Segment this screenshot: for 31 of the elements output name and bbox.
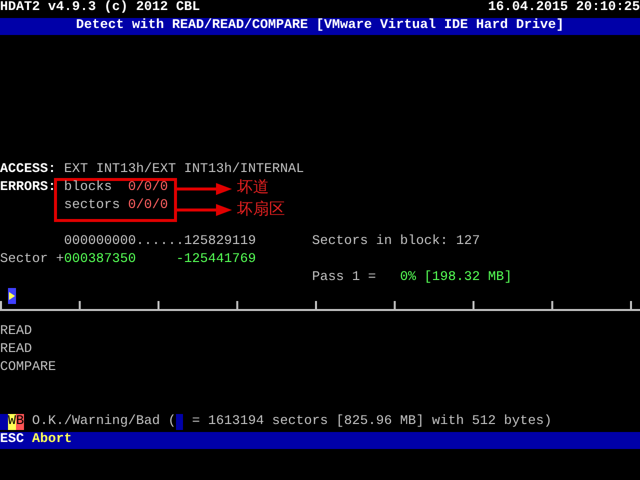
annotation-text: 坏扇区 [237, 200, 285, 218]
remaining-sectors: -125441769 [176, 252, 256, 268]
sectors-per-read-label: Sectors in block: 127 [312, 234, 480, 250]
error-count: 0/0/0 [128, 198, 168, 214]
arrow-icon [176, 181, 232, 197]
access-label: ACCESS: [0, 162, 56, 178]
date-time: 16.04.2015 20:10:25 [488, 0, 640, 16]
arrow-icon [176, 202, 232, 218]
abort-action[interactable]: Abort [32, 432, 72, 449]
sector-range: 000000000......125829119 [64, 234, 256, 250]
pass-name: READ [0, 324, 32, 340]
pass-label: Pass 1 = [312, 270, 376, 286]
window-title: Detect with READ/READ/COMPARE [VMware Virtual IDE Hard Drive] [76, 18, 564, 35]
annotation-text: 坏道 [237, 178, 269, 196]
error-count: 0/0/0 [128, 180, 168, 196]
sign-text: + [56, 252, 64, 268]
pass-name: COMPARE [0, 360, 56, 376]
legend-chip: W [8, 414, 16, 430]
legend-detail: = 1613194 sectors [825.96 MB] with 512 bytes) [192, 414, 552, 430]
error-type-label: sectors [64, 198, 120, 214]
current-sector: 000387350 [64, 252, 136, 268]
pass-name: READ [0, 342, 32, 358]
errors-label: ERRORS: [0, 180, 56, 196]
error-type-label: blocks [64, 180, 112, 196]
legend-chip: B [16, 414, 24, 430]
access-mode: EXT INT13h/EXT INT13h/INTERNAL [64, 162, 304, 178]
sector-label: Sector [0, 252, 48, 268]
pass-percent-text: 0% [198.32 MB] [400, 270, 512, 286]
legend-text: O.K./Warning/Bad ( [32, 414, 176, 430]
program-title: HDAT2 v4.9.3 (c) 2012 CBL [0, 0, 200, 16]
shortcut-key: ESC [0, 432, 24, 449]
